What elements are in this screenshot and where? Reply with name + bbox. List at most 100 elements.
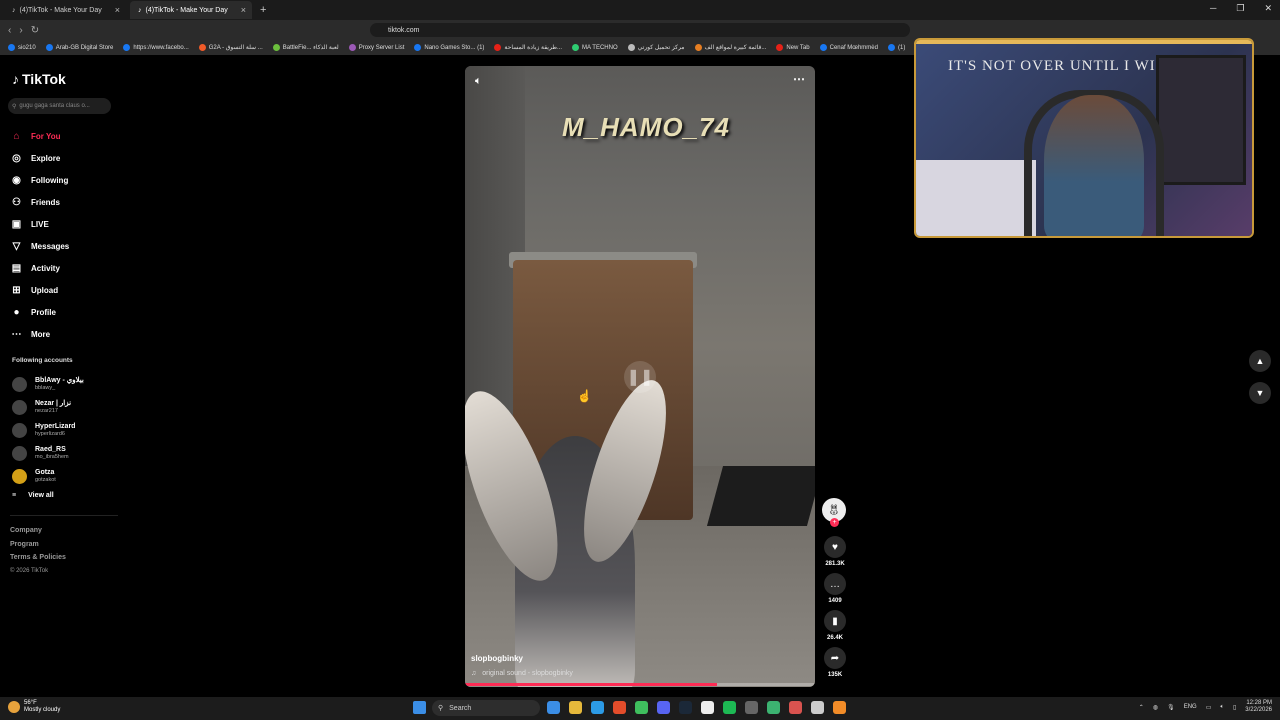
like-action[interactable]: ♥ 281.3K: [822, 536, 848, 567]
search-icon: ⚲: [438, 705, 444, 712]
app-icon[interactable]: [767, 701, 780, 714]
bookmark-item[interactable]: قائمة كبيرة لمواقع الف...: [694, 44, 766, 51]
sidebar-item-activity[interactable]: ▤ Activity: [10, 257, 120, 279]
sidebar-item-for-you[interactable]: ⌂ For You: [10, 125, 120, 147]
avatar: [12, 469, 27, 484]
footer-link-company[interactable]: Company: [10, 524, 66, 538]
creator-avatar[interactable]: 🐰︎ +: [822, 498, 846, 527]
start-button[interactable]: [413, 701, 426, 714]
bookmark-item[interactable]: Proxy Server List: [348, 44, 404, 51]
taskbar-search[interactable]: ⚲ Search: [432, 700, 540, 716]
weather-widget[interactable]: 56°F Mostly cloudy: [8, 700, 60, 714]
bookmark-icon[interactable]: ▮: [824, 610, 846, 632]
active-window-icon[interactable]: [811, 701, 824, 714]
volume-icon[interactable]: 🔈︎: [475, 75, 482, 88]
close-icon[interactable]: ×: [115, 5, 120, 15]
forward-icon[interactable]: ›: [19, 25, 22, 36]
sidebar-item-upload[interactable]: ⊞ Upload: [10, 279, 120, 301]
settings-icon[interactable]: [745, 701, 758, 714]
share-icon[interactable]: ➦: [824, 647, 846, 669]
account-item[interactable]: HyperLizard hyperlizard6: [12, 419, 122, 442]
bookmark-item[interactable]: (1): [887, 44, 905, 51]
bookmark-item[interactable]: https://www.facebo...: [123, 44, 189, 51]
share-action[interactable]: ➦ 135K: [822, 647, 848, 678]
comment-action[interactable]: … 1409: [822, 573, 848, 604]
sidebar-item-explore[interactable]: ◎ Explore: [10, 147, 120, 169]
taskview-icon[interactable]: [547, 701, 560, 714]
url-input[interactable]: tiktok.com: [370, 23, 910, 37]
steam-icon[interactable]: [679, 701, 692, 714]
browser-tab-active[interactable]: ♪ (4)TikTok - Make Your Day ×: [130, 1, 252, 19]
previous-video-button[interactable]: ▲: [1249, 350, 1271, 372]
cloud-icon[interactable]: [833, 701, 846, 714]
sidebar-item-friends[interactable]: ⚇ Friends: [10, 191, 120, 213]
account-item[interactable]: Raed_RS mo_ibra5hem: [12, 442, 122, 465]
comment-icon[interactable]: …: [824, 573, 846, 595]
pause-icon[interactable]: ❚❚: [624, 361, 656, 393]
language-indicator[interactable]: ENG: [1184, 704, 1197, 710]
bookmark-item[interactable]: MA TECHNO: [572, 44, 618, 51]
monitor-icon[interactable]: ▭: [1206, 704, 1212, 711]
recorder-icon[interactable]: [789, 701, 802, 714]
tiktok-logo[interactable]: ♪ TikTok: [12, 71, 66, 87]
epic-icon[interactable]: [701, 701, 714, 714]
video-progress-fill: [465, 683, 717, 686]
edge-icon[interactable]: [591, 701, 604, 714]
video-player[interactable]: M_HAMO_74 🔈︎ ⋯ ❚❚ ☝ slopbogbinky ♫ origin…: [465, 66, 815, 687]
close-window-icon[interactable]: ✕: [1264, 3, 1272, 14]
video-author[interactable]: slopbogbinky: [471, 654, 523, 663]
view-all-button[interactable]: ≡ View all: [12, 492, 54, 499]
bookmark-label: G2A - سلة التسوق ...: [208, 45, 263, 51]
facebook-icon: [819, 44, 827, 51]
clock[interactable]: 12:28 PM 3/22/2026: [1245, 700, 1272, 714]
sidebar-item-live[interactable]: ▣ LIVE: [10, 213, 120, 235]
brave-icon[interactable]: [613, 701, 626, 714]
video-progress-bar[interactable]: [465, 683, 815, 686]
bookmark-item[interactable]: Arab-GB Digital Store: [45, 44, 113, 51]
avatar: [12, 400, 27, 415]
network-icon[interactable]: ◍: [1153, 704, 1158, 711]
minimize-icon[interactable]: ─: [1210, 3, 1216, 14]
chevron-up-icon[interactable]: ⌃: [1139, 704, 1144, 711]
bookmark-item[interactable]: Nano Games Sto... (1): [414, 44, 484, 51]
facebook-icon: [123, 44, 131, 51]
back-icon[interactable]: ‹: [8, 25, 11, 36]
heart-icon[interactable]: ♥: [824, 536, 846, 558]
video-sound[interactable]: ♫ original sound - slopbogbinky: [471, 670, 573, 677]
close-icon[interactable]: ×: [241, 5, 246, 15]
mic-icon[interactable]: 🎙︎: [1167, 704, 1175, 711]
xbox-icon[interactable]: [635, 701, 648, 714]
bookmark-item[interactable]: Cenaf Mœhmmėd: [819, 44, 878, 51]
sidebar-item-messages[interactable]: ▽ Messages: [10, 235, 120, 257]
footer-link-terms[interactable]: Terms & Policies: [10, 551, 66, 565]
bookmark-item[interactable]: مركز تحميل كورتي: [627, 44, 685, 51]
account-item[interactable]: BblAwy - بيلاوي bblawy_: [12, 373, 122, 396]
more-options-icon[interactable]: ⋯: [793, 72, 805, 86]
account-item[interactable]: Nezar | نزار nezar217: [12, 396, 122, 419]
save-action[interactable]: ▮ 26.4K: [822, 610, 848, 641]
browser-tab[interactable]: ♪ (4)TikTok - Make Your Day ×: [4, 1, 126, 19]
maximize-icon[interactable]: ❐: [1236, 3, 1244, 14]
account-item[interactable]: Gotza gotzakot: [12, 465, 122, 488]
battery-icon[interactable]: ▯: [1233, 704, 1236, 711]
sidebar-item-following[interactable]: ◉ Following: [10, 169, 120, 191]
sidebar-item-more[interactable]: ⋯ More: [10, 323, 120, 345]
sidebar-footer: Company Program Terms & Policies © 2026 …: [10, 524, 66, 578]
volume-icon[interactable]: 🔈︎: [1220, 704, 1224, 711]
reload-icon[interactable]: ↻: [31, 25, 39, 36]
next-video-button[interactable]: ▼: [1249, 382, 1271, 404]
sidebar-item-profile[interactable]: ● Profile: [10, 301, 120, 323]
footer-link-program[interactable]: Program: [10, 538, 66, 552]
bookmark-item[interactable]: New Tab: [776, 44, 810, 51]
file-explorer-icon[interactable]: [569, 701, 582, 714]
bookmark-item[interactable]: طريقة زيادة المساحة...: [494, 44, 562, 51]
bookmark-item[interactable]: sio210: [8, 44, 36, 51]
window-controls: ─ ❐ ✕: [1210, 3, 1272, 14]
search-input[interactable]: ⚲ gugu gaga santa claus o...: [8, 98, 111, 114]
discord-icon[interactable]: [657, 701, 670, 714]
follow-plus-icon[interactable]: +: [830, 518, 839, 527]
bookmark-item[interactable]: G2A - سلة التسوق ...: [198, 44, 263, 51]
new-tab-button[interactable]: +: [260, 4, 266, 16]
bookmark-item[interactable]: BattleFie... لعبة الذكاء: [272, 44, 339, 51]
spotify-icon[interactable]: [723, 701, 736, 714]
